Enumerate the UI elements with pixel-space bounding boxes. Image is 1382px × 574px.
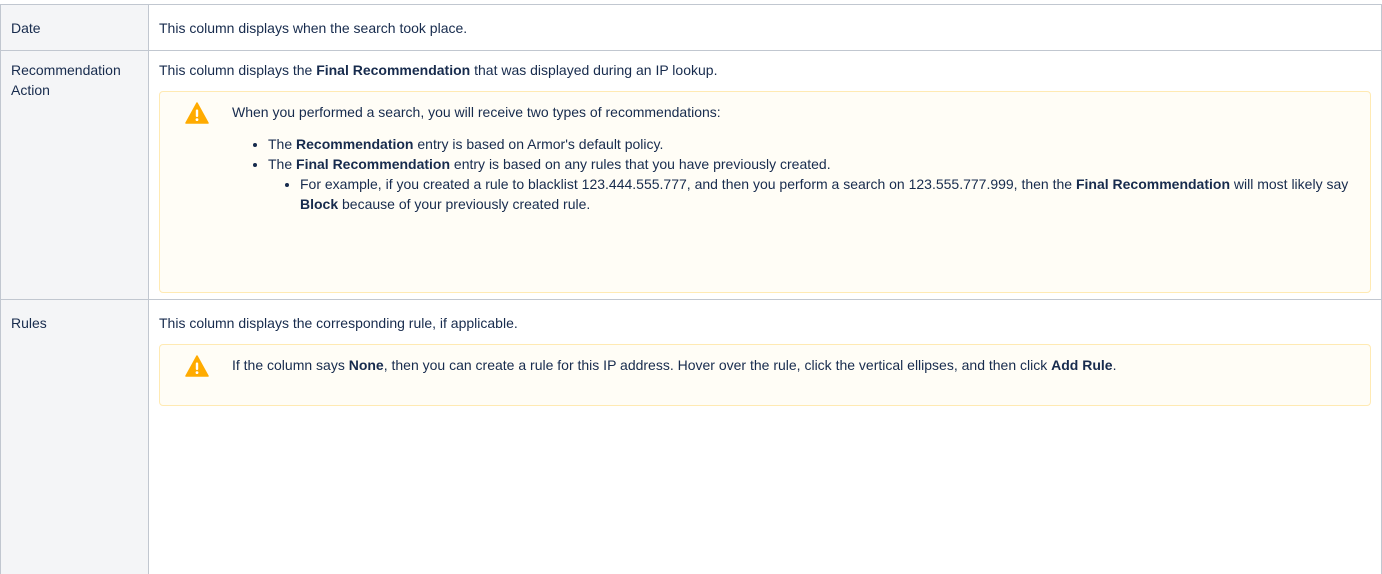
warning-icon bbox=[185, 102, 209, 124]
bold-text: Final Recommendation bbox=[316, 62, 471, 78]
bold-text: Final Recommendation bbox=[296, 156, 451, 172]
bold-text: Recommendation bbox=[296, 136, 414, 152]
text: entry is based on Armor's default policy… bbox=[413, 136, 664, 152]
row-key-recommendation: Recommendation Action bbox=[0, 50, 149, 300]
text: will most likely say bbox=[1230, 176, 1349, 192]
text: For example, if you created a rule to bl… bbox=[300, 176, 1076, 192]
text: entry is based on any rules that you hav… bbox=[450, 156, 831, 172]
date-description: This column displays when the search too… bbox=[159, 20, 468, 36]
warning-panel: When you performed a search, you will re… bbox=[159, 91, 1371, 293]
table-row-date: Date This column displays when the searc… bbox=[0, 4, 1382, 51]
text: This column displays the bbox=[159, 62, 317, 78]
text: because of your previously created rule. bbox=[338, 196, 591, 212]
row-value-recommendation: This column displays the Final Recommend… bbox=[148, 50, 1382, 300]
bold-text: Block bbox=[300, 196, 339, 212]
text: that was displayed during an IP lookup. bbox=[470, 62, 718, 78]
recommendation-list: The Recommendation entry is based on Arm… bbox=[232, 134, 1354, 214]
rules-description: This column displays the corresponding r… bbox=[159, 315, 518, 331]
list-item: The Final Recommendation entry is based … bbox=[268, 154, 1354, 214]
warning-intro: When you performed a search, you will re… bbox=[232, 104, 721, 120]
text: If the column says bbox=[232, 357, 349, 373]
table-row-rules: Rules This column displays the correspon… bbox=[0, 299, 1382, 574]
rules-warning-text: If the column says None, then you can cr… bbox=[232, 355, 1354, 375]
row-key-date: Date bbox=[0, 4, 149, 51]
column-description-table: Date This column displays when the searc… bbox=[0, 4, 1382, 574]
list-item: The Recommendation entry is based on Arm… bbox=[268, 134, 1354, 154]
row-value-rules: This column displays the corresponding r… bbox=[148, 299, 1382, 574]
text: The bbox=[268, 136, 297, 152]
row-key-rules: Rules bbox=[0, 299, 149, 574]
bold-text: Add Rule bbox=[1051, 357, 1113, 373]
list-item: For example, if you created a rule to bl… bbox=[300, 174, 1354, 214]
bold-text: None bbox=[348, 357, 384, 373]
warning-icon bbox=[185, 355, 209, 377]
row-value-date: This column displays when the search too… bbox=[148, 4, 1382, 51]
table-row-recommendation: Recommendation Action This column displa… bbox=[0, 50, 1382, 300]
sub-list: For example, if you created a rule to bl… bbox=[268, 174, 1354, 214]
recommendation-description: This column displays the Final Recommend… bbox=[159, 60, 1371, 80]
text: The bbox=[268, 156, 297, 172]
warning-panel: If the column says None, then you can cr… bbox=[159, 344, 1371, 406]
bold-text: Final Recommendation bbox=[1075, 176, 1230, 192]
text: , then you can create a rule for this IP… bbox=[383, 357, 1052, 373]
text: . bbox=[1112, 357, 1117, 373]
